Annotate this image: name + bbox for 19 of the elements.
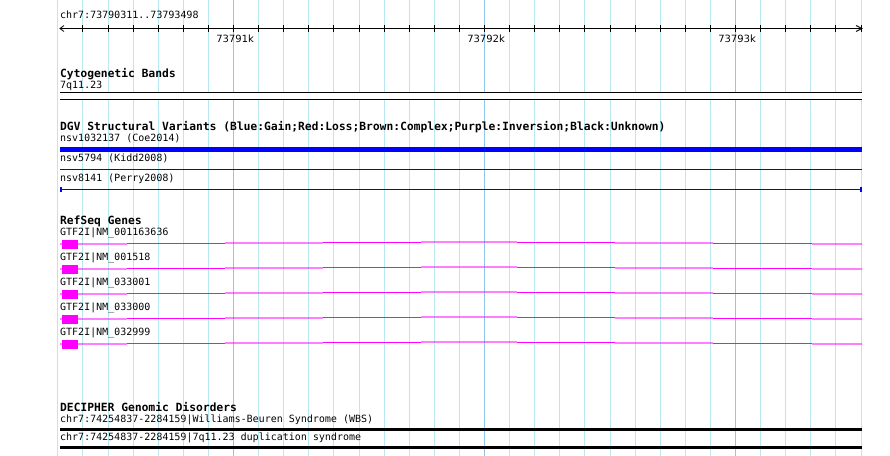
disorder-label[interactable]: chr7:74254837-2284159|Williams-Beuren Syndrome (WBS) [60, 414, 374, 426]
tick-label: 73792k [467, 34, 505, 46]
band-label: 7q11.23 [60, 80, 102, 92]
disorder-label[interactable]: chr7:74254837-2284159|7q11.23 duplication syndrome [60, 432, 362, 444]
tick-label: 73793k [718, 34, 756, 46]
gene-label[interactable]: GTF2I|NM_033000 [60, 302, 150, 314]
range-label: chr7:73790311..73793498 [60, 10, 198, 22]
gene-label[interactable]: GTF2I|NM_032999 [60, 327, 150, 339]
variant-label[interactable]: nsv1032137 (Coe2014) [60, 133, 180, 145]
variant-label[interactable]: nsv8141 (Perry2008) [60, 173, 174, 185]
gene-label[interactable]: GTF2I|NM_033001 [60, 277, 150, 289]
track-title: DECIPHER Genomic Disorders [60, 402, 237, 414]
gene-label[interactable]: GTF2I|NM_001163636 [60, 227, 168, 239]
gene-label[interactable]: GTF2I|NM_001518 [60, 252, 150, 264]
track-title: DGV Structural Variants (Blue:Gain;Red:Loss;Brown:Complex;Purple:Inversion;Black:Unknown) [60, 121, 666, 133]
track-title: Cytogenetic Bands [60, 68, 176, 80]
track-title: RefSeq Genes [60, 215, 142, 227]
variant-label[interactable]: nsv5794 (Kidd2008) [60, 153, 168, 165]
tick-label: 73791k [216, 34, 254, 46]
